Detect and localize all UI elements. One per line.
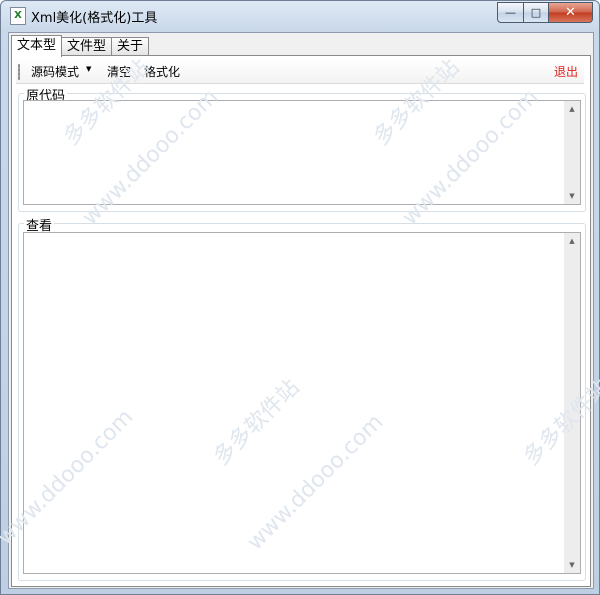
view-textarea[interactable]: ▲ ▼ [23, 232, 581, 574]
minimize-button[interactable]: — [497, 2, 524, 23]
window-title: Xml美化(格式化)工具 [31, 11, 158, 26]
window-controls: — □ ✕ [497, 2, 593, 23]
close-icon: ✕ [565, 5, 576, 20]
tab-about[interactable]: 关于 [111, 37, 150, 56]
maximize-button[interactable]: □ [524, 2, 549, 23]
tab-strip: 文本型 文件型 关于 [11, 35, 150, 57]
scroll-down-icon[interactable]: ▼ [564, 557, 580, 573]
tab-file[interactable]: 文件型 [61, 37, 113, 56]
toolbar-grip[interactable] [18, 64, 20, 80]
format-button[interactable]: 格式化 [144, 63, 180, 80]
view-groupbox: 查看 ▲ ▼ [18, 215, 586, 581]
x-file-icon: X [10, 7, 26, 25]
close-button[interactable]: ✕ [549, 2, 593, 23]
source-scrollbar[interactable]: ▲ ▼ [564, 101, 580, 204]
app-window: X Xml美化(格式化)工具 — □ ✕ 文本型 文件型 关于 源码模式 ▼ 清… [0, 0, 600, 595]
title-bar[interactable]: X Xml美化(格式化)工具 — □ ✕ [1, 1, 599, 31]
client-area: 文本型 文件型 关于 源码模式 ▼ 清空 格式化 退出 原代码 ▲ ▼ 查看 ▲… [8, 32, 594, 589]
tab-panel-text: 源码模式 ▼ 清空 格式化 退出 原代码 ▲ ▼ 查看 ▲ ▼ [11, 55, 591, 587]
maximize-icon: □ [530, 6, 542, 19]
scroll-up-icon[interactable]: ▲ [564, 233, 580, 249]
source-textarea[interactable]: ▲ ▼ [23, 100, 581, 205]
minimize-icon: — [505, 6, 516, 19]
scroll-up-icon[interactable]: ▲ [564, 101, 580, 117]
toolbar: 源码模式 ▼ 清空 格式化 退出 [16, 59, 584, 84]
source-groupbox: 原代码 ▲ ▼ [18, 85, 586, 212]
mode-dropdown-button[interactable]: 源码模式 [31, 63, 79, 80]
tab-text[interactable]: 文本型 [11, 35, 63, 57]
chevron-down-icon[interactable]: ▼ [86, 65, 91, 73]
scroll-down-icon[interactable]: ▼ [564, 188, 580, 204]
view-scrollbar[interactable]: ▲ ▼ [564, 233, 580, 573]
clear-button[interactable]: 清空 [107, 63, 131, 80]
exit-button[interactable]: 退出 [554, 63, 578, 80]
